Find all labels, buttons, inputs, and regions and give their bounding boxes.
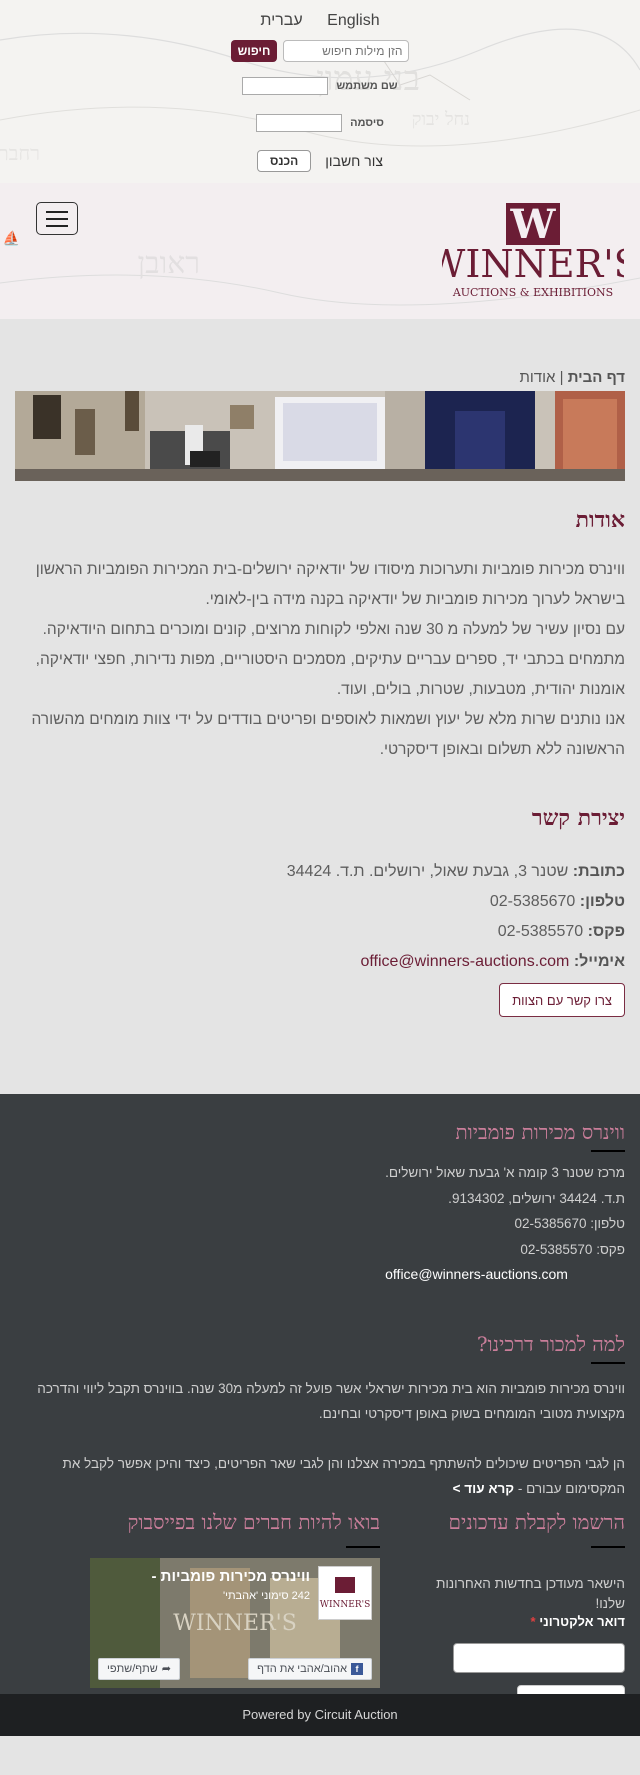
email-label: אימייל:: [573, 953, 625, 970]
search-button[interactable]: חיפוש: [230, 40, 278, 62]
facebook-icon: f: [351, 1663, 363, 1675]
breadcrumb: דף הבית | אודות: [520, 369, 625, 386]
footer-po-line: ת.ד. 34424 ירושלים, 9134302.: [448, 1190, 625, 1206]
username-row: שם משתמש: [0, 77, 640, 95]
search-bar: חיפוש: [0, 40, 640, 62]
breadcrumb-separator: |: [559, 369, 564, 386]
newsletter-title: הרשמו לקבלת עדכונים: [448, 1510, 625, 1534]
fax-label: פקס:: [587, 923, 625, 940]
email-line: אימייל: office@winners-auctions.com: [287, 947, 625, 977]
footer-phone-line: טלפון: 02-5385670: [514, 1216, 625, 1231]
divider: [591, 1546, 625, 1548]
footer-address-line: מרכז שטנר 3 קומה א' גבעת שאול ירושלים.: [385, 1165, 625, 1180]
login-button[interactable]: הכנס: [256, 150, 312, 172]
password-row: סיסמה: [0, 114, 640, 132]
top-header: בני עמון נחל יבוק רחבת עברית English חיפ…: [0, 0, 640, 183]
newsletter-email-input[interactable]: [453, 1643, 625, 1673]
svg-text:AUCTIONS & EXHIBITIONS: AUCTIONS & EXHIBITIONS: [452, 286, 613, 299]
auction-room-photo: [15, 391, 625, 481]
fax-value: 02-5385570: [497, 923, 584, 940]
hamburger-icon: [46, 210, 68, 213]
facebook-page-avatar: WINNER'S: [318, 1566, 372, 1620]
register-link[interactable]: צור חשבון: [325, 153, 383, 169]
main-content: דף הבית | אודות אודות ווינרס מכירות פומב…: [0, 319, 640, 1094]
menu-toggle-button[interactable]: [36, 202, 78, 235]
phone-value: 02-5385670: [489, 893, 576, 910]
lang-hebrew-link[interactable]: עברית: [260, 12, 302, 29]
language-switcher: עברית English: [0, 12, 640, 30]
divider: [346, 1546, 380, 1548]
powered-by-bar[interactable]: Powered by Circuit Auction: [0, 1694, 640, 1736]
address-label: כתובת:: [572, 863, 625, 880]
fax-line: פקס: 02-5385570: [287, 917, 625, 947]
about-paragraph: ווינרס מכירות פומביות ותערוכות מיסודו של…: [35, 561, 625, 608]
share-arrow-icon: ➦: [161, 1663, 171, 1675]
contact-team-button[interactable]: צרו קשר עם הצוות: [499, 983, 625, 1017]
about-paragraph: עם נסיון עשיר של למעלה מ 30 שנה ואלפי לק…: [35, 621, 625, 698]
why-sell-title: למה למכור דרכינו?: [476, 1332, 625, 1356]
brand-bar: ראובן ⛵ ⛵ W WINNER'S AUCTIONS & EXHIBITI…: [0, 183, 640, 319]
site-footer: ווינרס מכירות פומביות מרכז שטנר 3 קומה א…: [0, 1094, 640, 1736]
winners-logo: W WINNER'S AUCTIONS & EXHIBITIONS: [442, 203, 624, 299]
facebook-likes-count: 242 סימוני 'אהבתי': [223, 1590, 310, 1602]
why-sell-paragraph: הן לגבי הפריטים שיכולים להשתתף במכירה אצ…: [62, 1456, 625, 1496]
address-line: כתובת: שטנר 3, גבעת שאול, ירושלים. ת.ד. …: [287, 857, 625, 887]
required-mark: *: [530, 1614, 536, 1629]
svg-text:WINNER'S: WINNER'S: [173, 1611, 297, 1636]
newsletter-text: הישאר מעודכן בחדשות האחרונות שלנו!: [436, 1576, 625, 1611]
svg-text:WINNER'S: WINNER'S: [320, 1600, 371, 1610]
search-input[interactable]: [283, 40, 410, 62]
read-more-link[interactable]: קרא עוד >: [453, 1481, 514, 1496]
why-sell-text: ווינרס מכירות פומביות הוא בית מכירות ישר…: [13, 1376, 625, 1501]
address-value: שטנר 3, גבעת שאול, ירושלים. ת.ד. 34424: [286, 863, 569, 880]
facebook-share-button[interactable]: ➦ שתף/שתפי: [98, 1658, 180, 1680]
newsletter-section: הרשמו לקבלת עדכונים הישאר מעודכן בחדשות …: [411, 1510, 625, 1719]
phone-label: טלפון:: [579, 893, 625, 910]
lang-english-link[interactable]: English: [327, 12, 379, 29]
divider: [591, 1150, 625, 1152]
breadcrumb-home-link[interactable]: דף הבית: [568, 369, 625, 386]
contact-heading: יצירת קשר: [531, 805, 625, 831]
svg-text:ראובן: ראובן: [137, 246, 200, 281]
username-input[interactable]: [242, 77, 329, 95]
facebook-page-widget[interactable]: WINNER'S WINNER'S ווינרס מכירות פומביות …: [90, 1558, 380, 1688]
newsletter-email-label: דואר אלקטרוני *: [530, 1614, 625, 1629]
why-sell-paragraph: ווינרס מכירות פומביות הוא בית מכירות ישר…: [37, 1381, 625, 1421]
about-text: ווינרס מכירות פומביות ותערוכות מיסודו של…: [13, 555, 625, 765]
facebook-like-button[interactable]: f אהוב/אהבי את הדף: [248, 1658, 372, 1680]
facebook-page-name: ווינרס מכירות פומביות -: [151, 1568, 310, 1585]
username-label: שם משתמש: [336, 80, 398, 92]
divider: [591, 1362, 625, 1364]
account-actions: צור חשבון הכנס: [0, 150, 640, 172]
about-paragraph: אנו נותנים שרות מלא של יעוץ ושמאות לאוספ…: [31, 711, 625, 758]
phone-line: טלפון: 02-5385670: [287, 887, 625, 917]
about-heading: אודות: [575, 507, 625, 533]
svg-text:WINNER'S: WINNER'S: [442, 242, 624, 286]
footer-address-block: מרכז שטנר 3 קומה א' גבעת שאול ירושלים. ת…: [385, 1160, 625, 1288]
facebook-title: בואו להיות חברים שלנו בפייסבוק: [127, 1510, 380, 1534]
contact-details: כתובת: שטנר 3, גבעת שאול, ירושלים. ת.ד. …: [287, 857, 625, 977]
footer-fax-line: פקס: 02-5385570: [520, 1241, 625, 1257]
footer-email-link[interactable]: office@winners-auctions.com: [385, 1262, 625, 1288]
password-label: סיסמה: [350, 117, 384, 129]
email-link[interactable]: office@winners-auctions.com: [360, 953, 569, 970]
breadcrumb-current: אודות: [519, 369, 556, 386]
footer-company-title: ווינרס מכירות פומביות: [455, 1120, 625, 1144]
password-input[interactable]: [256, 114, 343, 132]
svg-text:⛵ ⛵: ⛵ ⛵: [0, 230, 20, 247]
